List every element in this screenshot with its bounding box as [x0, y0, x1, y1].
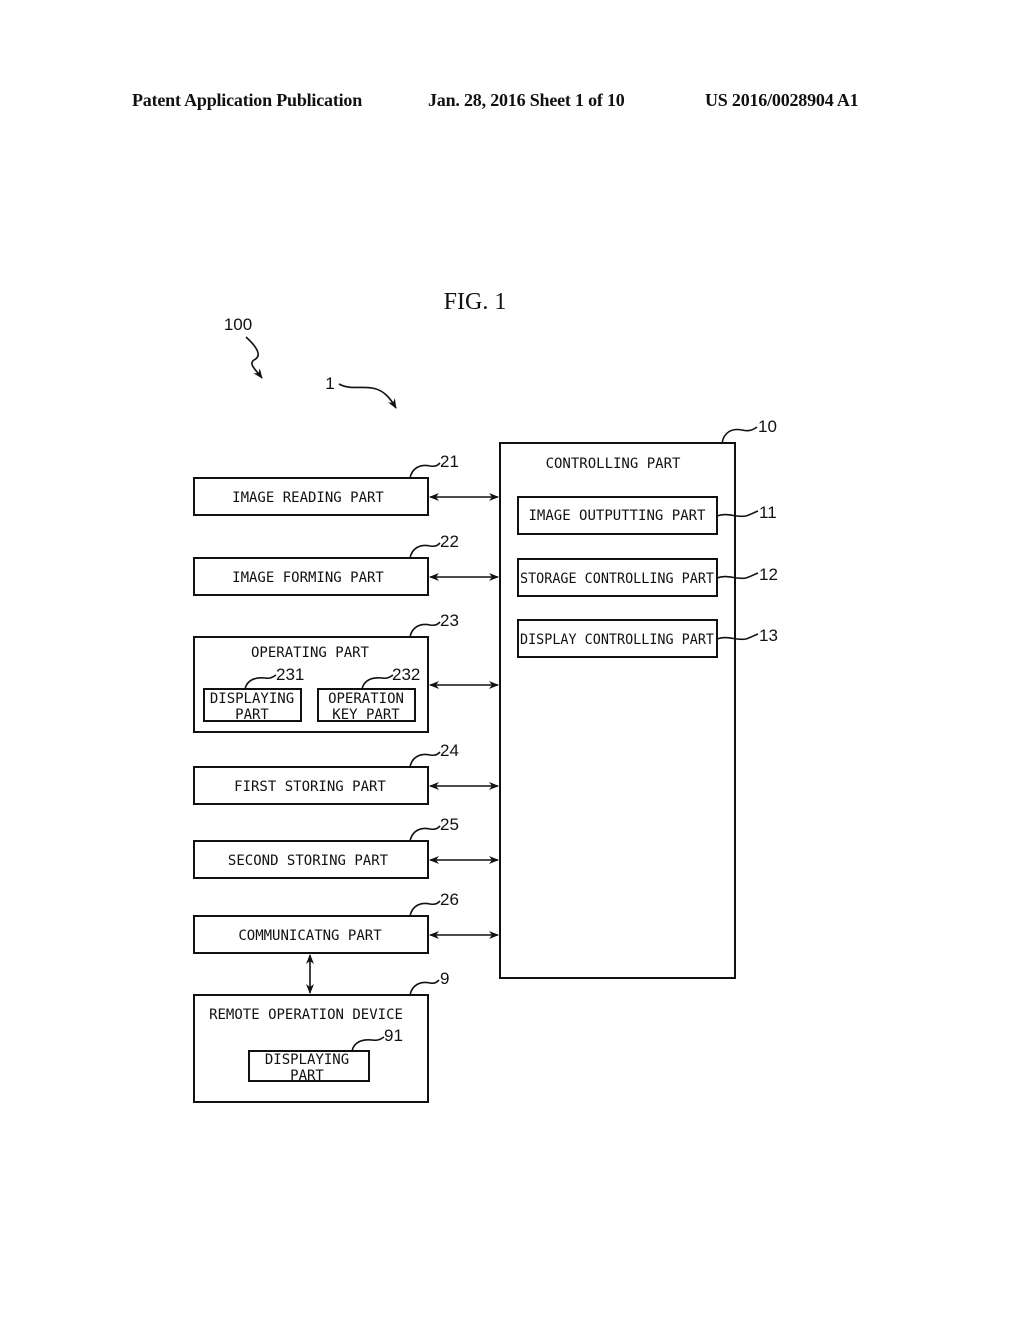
ref-21: 21	[440, 452, 459, 471]
operating-part-label: OPERATING PART	[251, 645, 370, 661]
image-reading-part-label: IMAGE READING PART	[232, 490, 384, 506]
ref-21-leader	[409, 462, 441, 479]
ref-23: 23	[440, 611, 459, 630]
block-diagram: FIG. 1 100 1 CONTROLLING PART 10 IMAGE O…	[193, 289, 778, 1103]
ref-24: 24	[440, 741, 459, 760]
ref-9: 9	[440, 969, 449, 988]
image-outputting-part-block: IMAGE OUTPUTTING PART 11	[517, 496, 777, 535]
figure-title: FIG. 1	[444, 289, 507, 315]
ref-26: 26	[440, 890, 459, 909]
remote-displaying-part-line1: DISPLAYING	[265, 1052, 349, 1068]
ref-22-leader	[409, 542, 441, 559]
ref-231: 231	[276, 665, 304, 684]
controlling-part-label: CONTROLLING PART	[546, 456, 681, 472]
remote-operation-device-label: REMOTE OPERATION DEVICE	[209, 1007, 403, 1023]
image-forming-part-block: IMAGE FORMING PART 22	[193, 532, 499, 596]
storage-controlling-part-block: STORAGE CONTROLLING PART 12	[517, 558, 778, 597]
remote-displaying-part-line2: PART	[290, 1068, 324, 1084]
controller-leader	[721, 426, 758, 444]
image-forming-part-label: IMAGE FORMING PART	[232, 570, 384, 586]
display-controlling-part-block: DISPLAY CONTROLLING PART 13	[517, 619, 778, 658]
apparatus-ref-leader	[338, 383, 397, 409]
second-storing-part-block: SECOND STORING PART 25	[193, 815, 499, 879]
remote-operation-device-block: REMOTE OPERATION DEVICE 9 DISPLAYING PAR…	[193, 969, 449, 1103]
ref-91: 91	[384, 1026, 403, 1045]
ref-232: 232	[392, 665, 420, 684]
operation-key-part-line2: KEY PART	[332, 707, 400, 723]
display-controlling-part-label: DISPLAY CONTROLLING PART	[520, 632, 715, 648]
communicating-part-block: COMMUNICATNG PART 26	[193, 890, 499, 954]
image-reading-part-block: IMAGE READING PART 21	[193, 452, 499, 516]
storage-controlling-part-label: STORAGE CONTROLLING PART	[520, 571, 715, 587]
communicating-part-label: COMMUNICATNG PART	[238, 928, 382, 944]
apparatus-ref-label: 1	[325, 374, 334, 393]
system-ref-leader	[245, 336, 263, 379]
ref-9-leader	[409, 979, 440, 996]
ref-25-leader	[409, 825, 441, 842]
ref-26-leader	[409, 900, 441, 917]
operation-key-part-line1: OPERATION	[328, 691, 404, 707]
system-ref-label: 100	[224, 315, 252, 334]
ref-24-leader	[409, 751, 441, 768]
ref-11: 11	[759, 503, 777, 522]
ref-23-leader	[409, 621, 441, 638]
ref-25: 25	[440, 815, 459, 834]
operating-part-block: OPERATING PART 23 DISPLAYING PART 231 OP…	[193, 611, 499, 733]
second-storing-part-label: SECOND STORING PART	[228, 853, 389, 869]
first-storing-part-block: FIRST STORING PART 24	[193, 741, 499, 805]
image-outputting-part-label: IMAGE OUTPUTTING PART	[528, 508, 706, 524]
controller-ref: 10	[758, 417, 777, 436]
first-storing-part-label: FIRST STORING PART	[234, 779, 386, 795]
displaying-part-line2: PART	[235, 707, 269, 723]
ref-12: 12	[759, 565, 778, 584]
ref-22: 22	[440, 532, 459, 551]
ref-13: 13	[759, 626, 778, 645]
displaying-part-line1: DISPLAYING	[210, 691, 294, 707]
